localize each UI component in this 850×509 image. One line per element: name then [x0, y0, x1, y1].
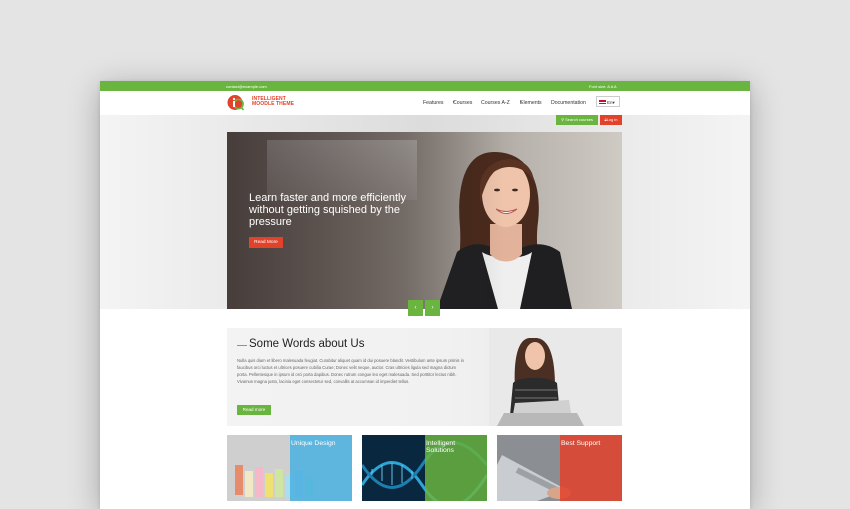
feature-card-intelligent-solutions[interactable]: Intelligent Solutions — [362, 435, 487, 501]
about-read-more-button[interactable]: Read more — [237, 405, 271, 415]
nav-courses-label: Courses — [453, 100, 473, 106]
chevron-down-icon: ▾ — [520, 100, 522, 104]
hero-slider: Learn faster and more efficiently withou… — [227, 132, 622, 309]
search-courses-label: Search courses — [565, 117, 593, 122]
login-label: Log in — [606, 117, 618, 122]
title-accent-line — [237, 345, 247, 346]
browser-frame: contact@example.com Font size: A A A INT… — [100, 81, 750, 509]
logo-text[interactable]: INTELLIGENT MOODLE THEME — [252, 97, 294, 107]
feature-card-best-support[interactable]: Best Support — [497, 435, 622, 501]
nav-elements-label: Elements — [520, 100, 542, 106]
font-size-controls[interactable]: Font size: A A A — [589, 84, 617, 89]
feature-title: Intelligent Solutions — [426, 440, 456, 454]
login-button[interactable]: 🔒︎Log in — [600, 115, 622, 125]
contact-email-link[interactable]: contact@example.com — [226, 84, 267, 89]
nav-documentation-label: Documentation — [551, 100, 586, 106]
slider-controls: ‹ › — [408, 300, 440, 316]
about-section: Some Words about Us Nulla quis diam et l… — [227, 328, 622, 426]
about-body: Nulla quis diam et libero malesuada feug… — [237, 358, 464, 384]
feature-title: Best Support — [561, 440, 601, 447]
chevron-left-icon: ‹ — [414, 305, 417, 311]
search-courses-button[interactable]: ⚲ Search courses — [556, 115, 598, 125]
about-woman-laptop-photo — [489, 328, 622, 426]
nav-features-label: Features — [423, 100, 444, 106]
feature-title: Unique Design — [291, 440, 336, 447]
logo-icon[interactable] — [227, 94, 244, 111]
chevron-down-icon: ▾ — [612, 99, 615, 105]
chevron-down-icon: ▾ — [453, 100, 455, 104]
uk-flag-icon — [599, 100, 606, 104]
nav-courses-a-z-label: Courses A-Z — [481, 100, 510, 106]
hero-read-more-button[interactable]: Read More — [249, 237, 283, 248]
slider-prev-button[interactable]: ‹ — [408, 300, 423, 316]
search-icon: ⚲ — [561, 117, 564, 122]
slider-next-button[interactable]: › — [425, 300, 440, 316]
logo-line-2: MOODLE THEME — [252, 101, 295, 107]
top-bar: contact@example.com Font size: A A A — [100, 81, 750, 91]
about-title: Some Words about Us — [249, 338, 365, 350]
hero-headline: Learn faster and more efficiently withou… — [249, 192, 406, 228]
feature-card-unique-design[interactable]: Unique Design — [227, 435, 352, 501]
chevron-right-icon: › — [431, 305, 434, 311]
site-header: INTELLIGENT MOODLE THEME Features Course… — [100, 91, 750, 115]
language-selector[interactable]: En▾ — [596, 96, 620, 107]
